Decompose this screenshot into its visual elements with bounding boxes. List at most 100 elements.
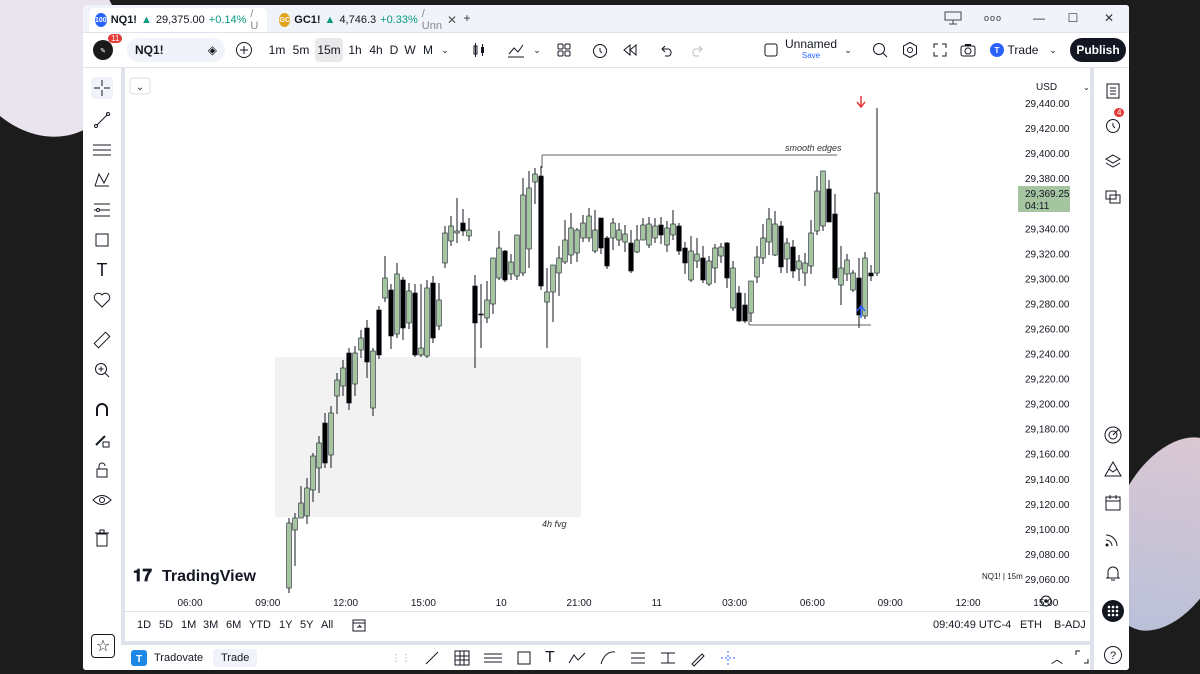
unlock-icon[interactable] [91,459,113,481]
trend-line-icon[interactable] [423,649,441,667]
templates-grid-icon[interactable] [553,38,575,62]
trash-icon[interactable] [91,527,113,549]
publish-button[interactable]: Publish [1070,38,1126,62]
range-1d[interactable]: 1D [137,619,151,631]
lock-drawing-icon[interactable] [91,429,113,451]
ideas-mountain-icon[interactable] [1102,458,1124,480]
interval-15m[interactable]: 15m [315,38,343,62]
adjustment-label[interactable]: B-ADJ [1054,619,1086,631]
range-all[interactable]: All [321,619,333,631]
long-position-icon[interactable] [629,649,647,667]
layout-square-icon[interactable] [761,38,781,62]
rectangle-icon[interactable] [515,649,533,667]
path-icon[interactable] [567,649,587,667]
forecast-icon[interactable] [91,199,113,221]
range-5y[interactable]: 5Y [300,619,313,631]
zoom-in-icon[interactable] [91,359,113,381]
close-button[interactable]: ✕ [1099,9,1119,27]
notifications-bell-icon[interactable] [1102,562,1124,584]
fib-lines-icon[interactable] [91,139,113,161]
settings-gear-icon[interactable] [899,38,921,62]
price-range-icon[interactable] [659,649,677,667]
range-ytd[interactable]: YTD [249,619,271,631]
camera-icon[interactable] [957,38,979,62]
text-tool-icon[interactable]: T [91,259,113,281]
crosshair-icon[interactable] [719,649,737,667]
symbol-search[interactable]: NQ1! ◈ [127,38,225,62]
quick-search-icon[interactable] [869,38,891,62]
fullscreen-icon[interactable] [929,38,951,62]
fib-lines-icon[interactable] [483,649,503,667]
chat-icon[interactable] [1102,186,1124,208]
interval-d[interactable]: D [387,38,401,62]
range-3m[interactable]: 3M [203,619,218,631]
range-1m[interactable]: 1M [181,619,196,631]
candles-icon[interactable] [469,38,489,62]
range-6m[interactable]: 6M [226,619,241,631]
annotation-smooth-edges[interactable]: smooth edges [785,143,842,153]
ruler-icon[interactable] [91,329,113,351]
undo-icon[interactable] [657,38,677,62]
minimize-button[interactable]: — [1029,9,1049,27]
layers-icon[interactable] [1102,150,1124,172]
apps-grid-icon[interactable] [1102,600,1124,622]
redo-icon[interactable] [687,38,707,62]
maximize-panel-icon[interactable] [1075,650,1089,669]
range-1y[interactable]: 1Y [279,619,292,631]
panel-trade-button[interactable]: Trade [213,649,258,667]
target-icon[interactable] [1102,424,1124,446]
compare-symbol-button[interactable] [233,38,255,62]
tab-gc[interactable]: GC GC1! ▲ 4,746.3 +0.33% / Unn ✕ [273,8,463,32]
layout-name-button[interactable]: Unnamed Save [785,38,837,62]
calendar-icon[interactable] [1102,492,1124,514]
magnet-icon[interactable] [91,399,113,421]
interval-m[interactable]: M [420,38,436,62]
rectangle-icon[interactable] [91,229,113,251]
alerts-clock-icon[interactable]: 4 [1102,108,1125,136]
crosshair-icon[interactable] [91,77,113,99]
curve-icon[interactable] [599,649,617,667]
indicators-icon[interactable] [505,38,527,62]
close-tab-icon[interactable]: ✕ [447,13,457,27]
price-chart[interactable]: 29,440.0029,420.0029,400.0029,380.0029,3… [125,68,1093,611]
maximize-button[interactable]: ☐ [1063,9,1083,27]
goto-date-icon[interactable] [351,617,367,636]
streams-icon[interactable] [1102,528,1124,550]
replay-icon[interactable] [619,38,641,62]
pattern-icon[interactable] [91,169,113,191]
watchlist-icon[interactable] [1102,80,1124,102]
watchlist-star-icon[interactable]: ☆ [91,634,115,658]
chevron-down-icon[interactable]: ⌄ [842,38,854,62]
chevron-down-icon[interactable]: ⌄ [1047,38,1059,62]
range-5d[interactable]: 5D [159,619,173,631]
heart-icon[interactable] [91,289,113,311]
tab-nq[interactable]: 100 NQ1! ▲ 29,375.00 +0.14% / U [89,8,267,32]
clock-timezone[interactable]: 09:40:49 UTC-4 [933,619,1011,631]
trade-button[interactable]: T Trade [989,38,1039,62]
more-menu-button[interactable]: ooo [983,9,1003,27]
interval-4h[interactable]: 4h [366,38,386,62]
layout-icon[interactable] [943,9,963,27]
text-tool-icon[interactable]: T [545,649,555,667]
brush-icon[interactable] [689,649,707,667]
broker-name[interactable]: Tradovate [154,652,203,664]
avatar[interactable]: ✎ 11 [91,34,123,62]
chevron-down-icon[interactable]: ⌄ [531,38,543,62]
eye-icon[interactable] [91,489,113,511]
help-icon[interactable]: ? [1102,644,1124,666]
grid-icon[interactable] [453,649,471,667]
tab-close-icon[interactable] [271,9,277,27]
interval-1h[interactable]: 1h [345,38,365,62]
trend-line-icon[interactable] [91,109,113,131]
interval-5m[interactable]: 5m [290,38,312,62]
alert-clock-icon[interactable] [589,38,611,62]
drag-handle-icon[interactable]: ⋮⋮ [391,653,411,664]
new-tab-button[interactable]: + [457,9,477,27]
chevron-down-icon[interactable]: ⌄ [438,38,452,62]
interval-w[interactable]: W [402,38,418,62]
currency-label[interactable]: USD [1036,82,1057,93]
annotation-fvg[interactable]: 4h fvg [542,519,567,529]
session-label[interactable]: ETH [1020,619,1042,631]
chevron-up-icon[interactable]: ︿ [1051,650,1063,667]
interval-1m[interactable]: 1m [266,38,288,62]
